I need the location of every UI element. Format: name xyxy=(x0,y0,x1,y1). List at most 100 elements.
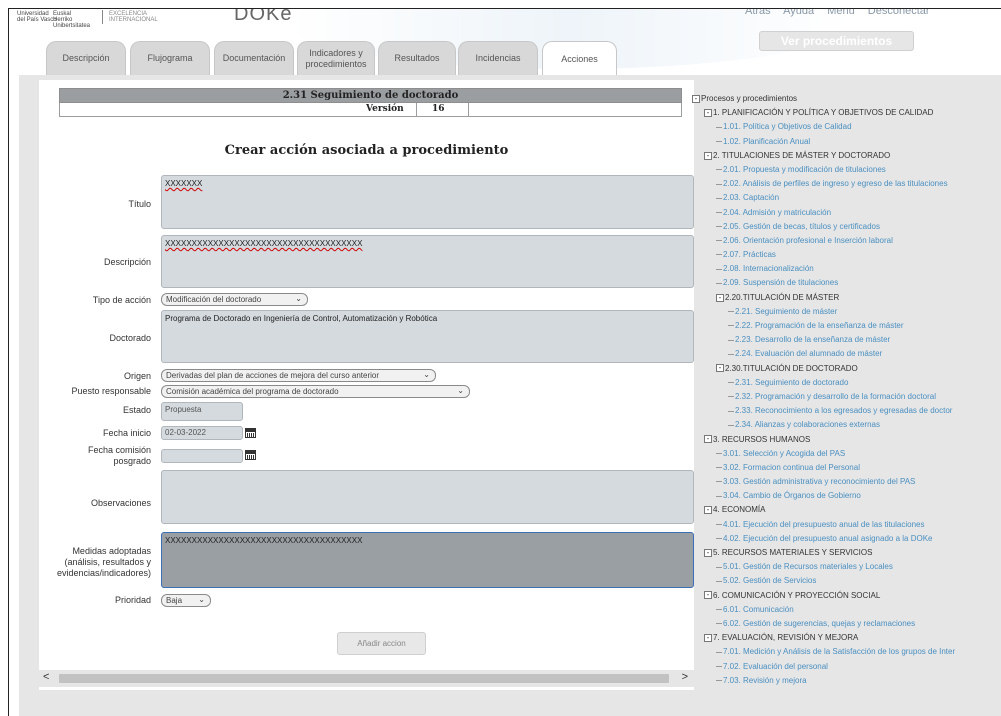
tree-category[interactable]: -2.20.TITULACIÓN DE MÁSTER xyxy=(692,291,1001,305)
link-atras[interactable]: Atrás xyxy=(745,9,771,17)
collapse-toggle-icon[interactable]: - xyxy=(716,364,724,373)
tree-item[interactable]: 3.04. Cambio de Órganos de Gobierno xyxy=(692,489,1001,503)
collapse-toggle-icon[interactable]: - xyxy=(692,94,700,103)
link-ayuda[interactable]: Ayuda xyxy=(783,9,814,17)
tree-node-label[interactable]: 2.21. Seguimiento de máster xyxy=(735,307,837,316)
calendar-icon[interactable] xyxy=(245,450,256,460)
tree-category[interactable]: -4. ECONOMÍA xyxy=(692,503,1001,517)
horizontal-scrollbar[interactable]: < > xyxy=(39,670,694,687)
tree-node-label[interactable]: 4.01. Ejecución del presupuesto anual de… xyxy=(723,520,924,529)
collapse-toggle-icon[interactable]: - xyxy=(704,109,712,118)
tree-item[interactable]: 2.02. Análisis de perfiles de ingreso y … xyxy=(692,177,1001,191)
collapse-toggle-icon[interactable]: - xyxy=(704,435,712,444)
calendar-icon[interactable] xyxy=(245,428,256,438)
tree-node-label[interactable]: 3.01. Selección y Acogida del PAS xyxy=(723,449,845,458)
collapse-toggle-icon[interactable]: - xyxy=(716,293,724,302)
tree-item[interactable]: 7.02. Evaluación del personal xyxy=(692,660,1001,674)
tree-node-label[interactable]: 6.02. Gestión de sugerencias, quejas y r… xyxy=(723,619,915,628)
tree-node-label[interactable]: 7.01. Medición y Análisis de la Satisfac… xyxy=(723,647,955,656)
link-menu[interactable]: Menú xyxy=(827,9,855,17)
tree-node-label[interactable]: 2.23. Desarrollo de la enseñanza de mást… xyxy=(735,335,890,344)
tree-item[interactable]: 2.09. Suspensión de titulaciones xyxy=(692,276,1001,290)
puesto-select[interactable]: Comisión académica del programa de docto… xyxy=(161,385,470,398)
collapse-toggle-icon[interactable]: - xyxy=(704,151,712,160)
tree-node-label[interactable]: 1.01. Política y Objetivos de Calidad xyxy=(723,122,852,131)
descripcion-field[interactable]: XXXXXXXXXXXXXXXXXXXXXXXXXXXXXXXXXXXXX xyxy=(161,235,694,288)
tree-item[interactable]: 2.08. Internacionalización xyxy=(692,262,1001,276)
tab-incidencias[interactable]: Incidencias xyxy=(458,41,538,75)
tree-node-label[interactable]: 4.02. Ejecución del presupuesto anual as… xyxy=(723,534,932,543)
tree-item[interactable]: 1.02. Planificación Anual xyxy=(692,135,1001,149)
tree-node-label[interactable]: 5.02. Gestión de Servicios xyxy=(723,576,816,585)
estado-field[interactable]: Propuesta xyxy=(161,402,243,421)
tab-descripcion[interactable]: Descripción xyxy=(46,41,126,75)
tree-node-label[interactable]: 5.01. Gestión de Recursos materiales y L… xyxy=(723,562,893,571)
link-desconectar[interactable]: Desconectar xyxy=(868,9,930,17)
tree-item[interactable]: 2.05. Gestión de becas, títulos y certif… xyxy=(692,220,1001,234)
doctorado-field[interactable]: Programa de Doctorado en Ingeniería de C… xyxy=(161,310,694,363)
tree-item[interactable]: 2.23. Desarrollo de la enseñanza de mást… xyxy=(692,333,1001,347)
tree-category[interactable]: -5. RECURSOS MATERIALES Y SERVICIOS xyxy=(692,546,1001,560)
tree-node-label[interactable]: 2.05. Gestión de becas, títulos y certif… xyxy=(723,222,880,231)
tree-node-label[interactable]: 3.04. Cambio de Órganos de Gobierno xyxy=(723,491,861,500)
tree-node-label[interactable]: 3.02. Formacion continua del Personal xyxy=(723,463,860,472)
tree-item[interactable]: 2.22. Programación de la enseñanza de má… xyxy=(692,319,1001,333)
tree-category[interactable]: -1. PLANIFICACIÓN Y POLÍTICA Y OBJETIVOS… xyxy=(692,106,1001,120)
tree-item[interactable]: 2.03. Captación xyxy=(692,191,1001,205)
tree-node-label[interactable]: 2.04. Admisión y matriculación xyxy=(723,208,831,217)
tree-node-label[interactable]: 2.09. Suspensión de titulaciones xyxy=(723,278,838,287)
tree-item[interactable]: 2.06. Orientación profesional e Inserció… xyxy=(692,234,1001,248)
tab-documentacion[interactable]: Documentación xyxy=(214,41,294,75)
tree-item[interactable]: 3.02. Formacion continua del Personal xyxy=(692,461,1001,475)
tree-item[interactable]: 2.34. Alianzas y colaboraciones externas xyxy=(692,418,1001,432)
tab-acciones[interactable]: Acciones xyxy=(542,41,617,75)
tree-item[interactable]: 6.01. Comunicación xyxy=(692,603,1001,617)
tree-item[interactable]: 2.01. Propuesta y modificación de titula… xyxy=(692,163,1001,177)
collapse-toggle-icon[interactable]: - xyxy=(704,634,712,643)
tree-item[interactable]: 4.02. Ejecución del presupuesto anual as… xyxy=(692,532,1001,546)
fecha-inicio-field[interactable]: 02-03-2022 xyxy=(161,426,243,440)
medidas-field[interactable]: XXXXXXXXXXXXXXXXXXXXXXXXXXXXXXXXXXXXX xyxy=(161,532,694,588)
origen-select[interactable]: Derivadas del plan de acciones de mejora… xyxy=(161,369,436,382)
tree-item[interactable]: 7.01. Medición y Análisis de la Satisfac… xyxy=(692,645,1001,659)
tree-item[interactable]: 3.03. Gestión administrativa y reconocim… xyxy=(692,475,1001,489)
ver-procedimientos-button[interactable]: Ver procedimientos xyxy=(759,31,914,51)
tree-node-label[interactable]: 3.03. Gestión administrativa y reconocim… xyxy=(723,477,915,486)
scroll-left-icon[interactable]: < xyxy=(43,671,49,683)
tree-item[interactable]: 5.01. Gestión de Recursos materiales y L… xyxy=(692,560,1001,574)
tree-category[interactable]: -3. RECURSOS HUMANOS xyxy=(692,433,1001,447)
fecha-comision-field[interactable] xyxy=(161,449,243,463)
tree-node-label[interactable]: 2.33. Reconocimiento a los egresados y e… xyxy=(735,406,952,415)
tree-item[interactable]: 5.02. Gestión de Servicios xyxy=(692,574,1001,588)
tree-node-label[interactable]: 2.24. Evaluación del alumnado de máster xyxy=(735,349,882,358)
collapse-toggle-icon[interactable]: - xyxy=(704,591,712,600)
tree-category[interactable]: -2. TITULACIONES DE MÁSTER Y DOCTORADO xyxy=(692,149,1001,163)
tree-item[interactable]: 7.03. Revisión y mejora xyxy=(692,674,1001,688)
tree-node-label[interactable]: 2.22. Programación de la enseñanza de má… xyxy=(735,321,904,330)
collapse-toggle-icon[interactable]: - xyxy=(704,548,712,557)
tipo-accion-select[interactable]: Modificación del doctorado ⌄ xyxy=(161,293,308,306)
tree-node-label[interactable]: 6.01. Comunicación xyxy=(723,605,794,614)
tree-item[interactable]: 2.31. Seguimiento de doctorado xyxy=(692,376,1001,390)
tab-indicadores[interactable]: Indicadores y procedimientos xyxy=(297,41,375,75)
tree-node-label[interactable]: 2.07. Prácticas xyxy=(723,250,776,259)
collapse-toggle-icon[interactable]: - xyxy=(704,506,712,515)
tree-node-label[interactable]: 7.03. Revisión y mejora xyxy=(723,676,807,685)
tree-item[interactable]: 2.24. Evaluación del alumnado de máster xyxy=(692,347,1001,361)
tree-node-label[interactable]: 2.01. Propuesta y modificación de titula… xyxy=(723,165,886,174)
tree-node-label[interactable]: 2.34. Alianzas y colaboraciones externas xyxy=(735,420,880,429)
tree-node-label[interactable]: 2.06. Orientación profesional e Inserció… xyxy=(723,236,893,245)
tree-node-label[interactable]: 2.32. Programación y desarrollo de la fo… xyxy=(735,392,936,401)
tree-item[interactable]: 4.01. Ejecución del presupuesto anual de… xyxy=(692,518,1001,532)
tree-node-label[interactable]: 2.08. Internacionalización xyxy=(723,264,814,273)
tree-node-label[interactable]: 2.31. Seguimiento de doctorado xyxy=(735,378,848,387)
prioridad-select[interactable]: Baja ⌄ xyxy=(161,594,211,607)
tree-category[interactable]: -2.30.TITULACIÓN DE DOCTORADO xyxy=(692,362,1001,376)
tab-flujograma[interactable]: Flujograma xyxy=(130,41,210,75)
observaciones-field[interactable] xyxy=(161,470,694,524)
tree-node-label[interactable]: 2.03. Captación xyxy=(723,193,779,202)
tree-node-label[interactable]: 7.02. Evaluación del personal xyxy=(723,662,828,671)
university-logo[interactable]: Universidad del País Vasco Euskal Herrik… xyxy=(17,10,158,29)
tree-item[interactable]: 3.01. Selección y Acogida del PAS xyxy=(692,447,1001,461)
tree-item[interactable]: 6.02. Gestión de sugerencias, quejas y r… xyxy=(692,617,1001,631)
